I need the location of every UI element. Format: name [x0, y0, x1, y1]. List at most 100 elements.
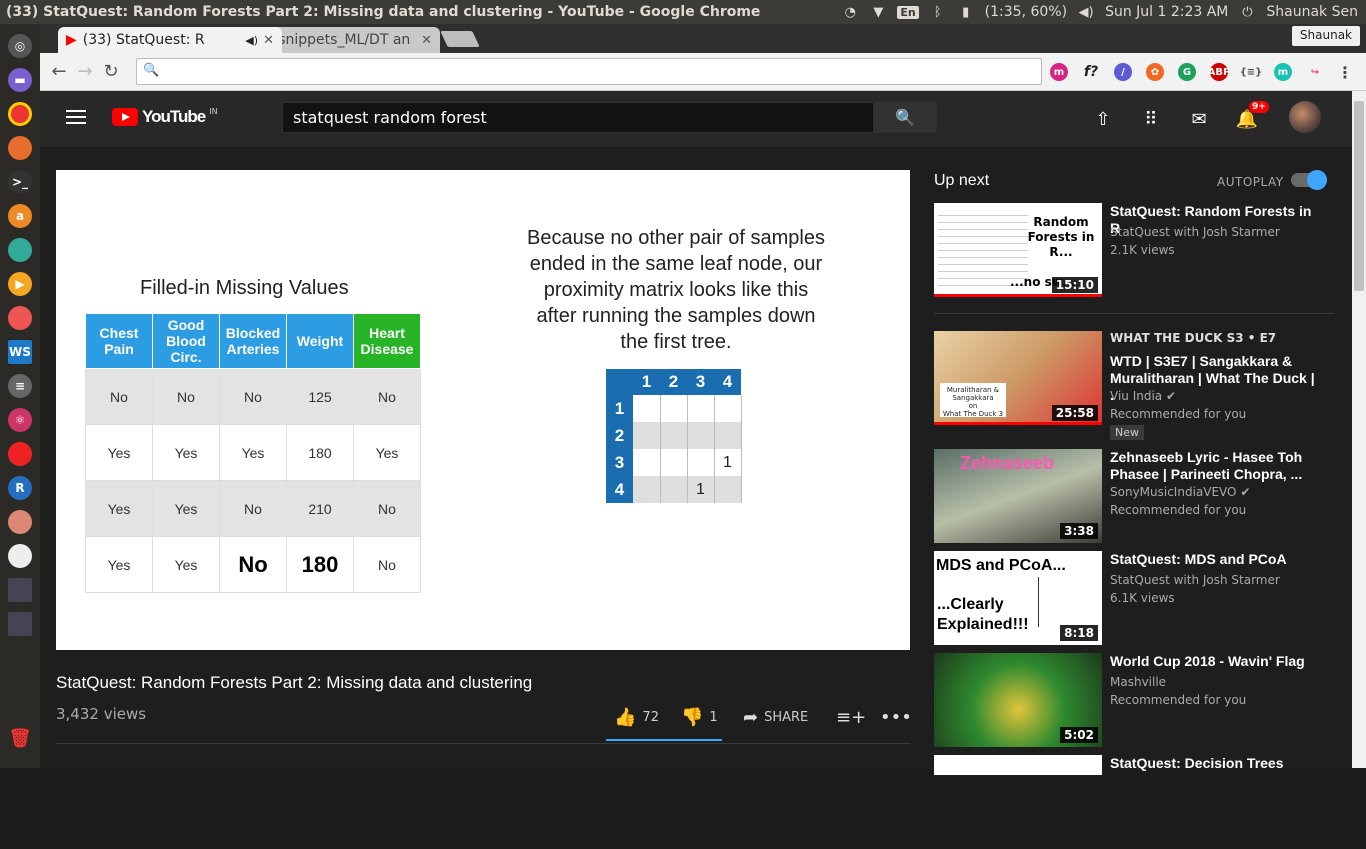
- bug-icon[interactable]: [8, 442, 32, 466]
- video-duration: 25:58: [1051, 405, 1098, 421]
- firefox-icon[interactable]: [8, 136, 32, 160]
- share-button[interactable]: ➦ SHARE: [743, 707, 808, 728]
- avatar[interactable]: [1289, 101, 1321, 133]
- volume-icon[interactable]: ◀): [1077, 4, 1095, 20]
- extension-icon-m[interactable]: m: [1050, 63, 1068, 81]
- window-icon-2[interactable]: [8, 612, 32, 636]
- dislike-button[interactable]: 👎 1: [681, 707, 718, 728]
- terminal-icon[interactable]: >_: [8, 170, 32, 194]
- extension-icon-json[interactable]: {≡}: [1240, 63, 1263, 81]
- slide-table-title: Filled-in Missing Values: [140, 277, 349, 299]
- video-title[interactable]: StatQuest: Decision Trees: [1110, 755, 1320, 772]
- video-title[interactable]: Zehnaseeb Lyric - Hasee Toh Phasee | Par…: [1110, 449, 1320, 483]
- extension-icon-teal[interactable]: m: [1274, 63, 1292, 81]
- webstorm-icon[interactable]: WS: [8, 340, 32, 364]
- channel-name[interactable]: Mashville: [1110, 675, 1166, 689]
- address-bar[interactable]: 🔍: [136, 58, 1042, 85]
- video-thumbnail[interactable]: Random Forests in R... ...no sw... 15:10: [934, 203, 1102, 297]
- video-title[interactable]: World Cup 2018 - Wavin' Flag: [1110, 653, 1320, 670]
- close-tab-icon[interactable]: ✕: [421, 33, 432, 48]
- recommended-video[interactable]: Random Forests in R... ...no sw... 15:10…: [934, 203, 1334, 297]
- r-studio-icon[interactable]: R: [8, 476, 32, 500]
- autoplay-toggle[interactable]: [1291, 170, 1327, 190]
- atom-icon[interactable]: ⚛: [8, 408, 32, 432]
- table-cell: Yes: [152, 480, 220, 537]
- audio-playing-icon[interactable]: ◀): [245, 34, 258, 47]
- table-cell: No: [152, 368, 220, 425]
- recommended-video[interactable]: StatQuest: Decision Trees: [934, 755, 1334, 849]
- channel-name[interactable]: SonyMusicIndiaVEVO ✔: [1110, 485, 1250, 499]
- table-cell: Yes: [85, 536, 153, 593]
- window-icon[interactable]: [8, 578, 32, 602]
- power-icon[interactable]: ⏻: [1238, 4, 1256, 20]
- view-count: 3,432 views: [56, 705, 147, 723]
- extension-icon-adblock[interactable]: ABP: [1208, 63, 1230, 81]
- forward-icon[interactable]: →: [72, 59, 98, 85]
- youtube-logo[interactable]: YouTube IN: [112, 107, 218, 127]
- bluetooth-icon[interactable]: ᛒ: [929, 4, 947, 20]
- dash-icon[interactable]: ◎: [8, 34, 32, 58]
- video-player[interactable]: Filled-in Missing Values Chest Pain Good…: [56, 170, 910, 650]
- channel-name[interactable]: StatQuest with Josh Starmer: [1110, 225, 1280, 239]
- video-thumbnail[interactable]: Muralitharan & Sangakkara on What The Duck …: [934, 331, 1102, 425]
- close-tab-icon[interactable]: ✕: [263, 33, 274, 48]
- page-scrollbar[interactable]: [1352, 91, 1366, 768]
- keyboard-layout[interactable]: En: [897, 5, 919, 19]
- col-header: Chest Pain: [85, 313, 153, 369]
- scrollbar-thumb[interactable]: [1354, 101, 1364, 291]
- apps-icon[interactable]: ⠿: [1139, 107, 1163, 131]
- menu-icon[interactable]: [66, 110, 86, 124]
- messages-icon[interactable]: ✉: [1187, 107, 1211, 131]
- matrix-cell: 1: [687, 476, 715, 503]
- more-actions-button[interactable]: •••: [880, 707, 912, 728]
- recommended-video[interactable]: Muralitharan & Sangakkara on What The Duck …: [934, 331, 1334, 440]
- recommended-video[interactable]: MDS and PCoA... ...Clearly Explained!!! …: [934, 551, 1334, 645]
- media-player-icon[interactable]: ▶: [8, 272, 32, 296]
- clock[interactable]: Sun Jul 1 2:23 AM: [1105, 4, 1228, 20]
- video-meta: 2.1K views: [1110, 243, 1175, 257]
- video-thumbnail[interactable]: Zehnaseeb 3:38: [934, 449, 1102, 543]
- upload-icon[interactable]: ⇧: [1091, 107, 1115, 131]
- battery-icon[interactable]: ▮: [957, 4, 975, 20]
- extension-icon-share[interactable]: ↪: [1306, 63, 1324, 81]
- app-icon[interactable]: [8, 306, 32, 330]
- reload-icon[interactable]: ↻: [98, 59, 124, 85]
- software-center-icon[interactable]: a: [8, 204, 32, 228]
- video-thumbnail[interactable]: 5:02: [934, 653, 1102, 747]
- menu-icon[interactable]: ⋮: [1336, 63, 1354, 82]
- extension-icon-fx[interactable]: f?: [1082, 63, 1100, 81]
- table-cell: No: [353, 536, 421, 593]
- tab-youtube[interactable]: ▶ (33) StatQuest: R ◀) ✕: [58, 27, 282, 53]
- add-to-playlist-button[interactable]: ≡+: [836, 707, 866, 728]
- col-header: Blocked Arteries: [219, 313, 287, 369]
- wifi-icon[interactable]: ▼: [869, 4, 887, 20]
- channel-name[interactable]: StatQuest with Josh Starmer: [1110, 573, 1280, 587]
- pie-app-icon[interactable]: [8, 544, 32, 568]
- new-tab-button[interactable]: [440, 31, 480, 47]
- back-icon[interactable]: ←: [46, 59, 72, 85]
- network-icon[interactable]: ◔: [841, 4, 859, 20]
- disk-icon[interactable]: ≡: [8, 374, 32, 398]
- video-title[interactable]: StatQuest: MDS and PCoA: [1110, 551, 1320, 568]
- channel-name[interactable]: Viu India ✔: [1110, 389, 1176, 403]
- search-button[interactable]: 🔍: [873, 102, 937, 133]
- video-thumbnail[interactable]: [934, 755, 1102, 775]
- new-badge: New: [1110, 425, 1144, 440]
- profile-button[interactable]: Shaunak: [1291, 26, 1360, 46]
- files-icon[interactable]: ▬: [8, 68, 32, 92]
- search-input[interactable]: statquest random forest: [282, 102, 874, 133]
- like-button[interactable]: 👍 72: [614, 707, 659, 728]
- chrome-icon[interactable]: [8, 102, 32, 126]
- trash-icon[interactable]: 🗑: [8, 726, 32, 750]
- matrix-cell: [660, 476, 688, 503]
- extension-icon-orange[interactable]: ✿: [1146, 63, 1164, 81]
- photos-icon[interactable]: [8, 510, 32, 534]
- user-name[interactable]: Shaunak Sen: [1266, 4, 1358, 20]
- recommended-video[interactable]: Zehnaseeb 3:38 Zehnaseeb Lyric - Hasee T…: [934, 449, 1334, 543]
- extension-icon-grammarly[interactable]: G: [1178, 63, 1196, 81]
- matrix-cell: [633, 476, 661, 503]
- extension-icon-link[interactable]: /: [1114, 63, 1132, 81]
- settings-app-icon[interactable]: [8, 238, 32, 262]
- recommended-video[interactable]: 5:02 World Cup 2018 - Wavin' Flag Mashvi…: [934, 653, 1334, 747]
- video-thumbnail[interactable]: MDS and PCoA... ...Clearly Explained!!! …: [934, 551, 1102, 645]
